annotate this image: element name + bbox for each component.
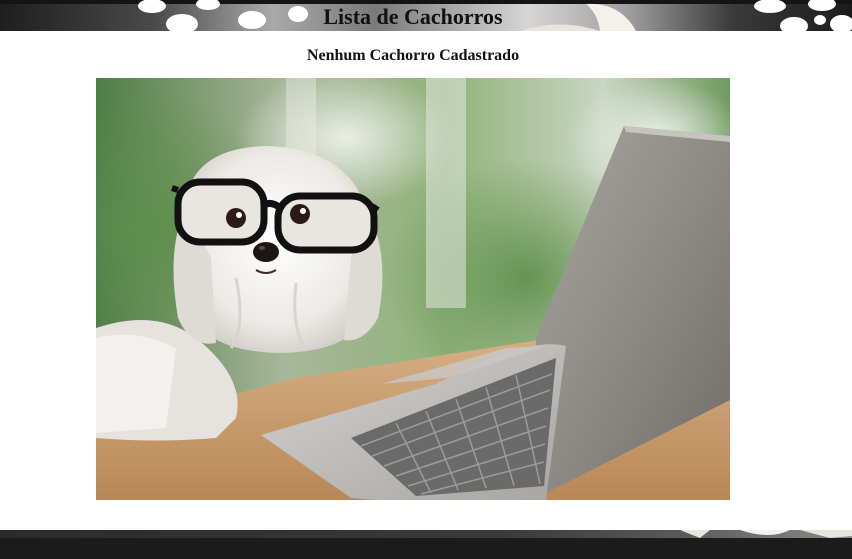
- page: Lista de Cachorros Nenhum Cachorro Cadas…: [0, 0, 852, 559]
- empty-list-message: Nenhum Cachorro Cadastrado: [306, 47, 520, 64]
- header-bar: Lista de Cachorros: [0, 0, 852, 31]
- dog-with-glasses-image: [96, 78, 730, 500]
- dog-photo: [96, 78, 730, 500]
- footer-bar: [0, 530, 852, 559]
- footer-paw-pattern: [680, 530, 852, 538]
- page-title: Lista de Cachorros: [323, 4, 503, 29]
